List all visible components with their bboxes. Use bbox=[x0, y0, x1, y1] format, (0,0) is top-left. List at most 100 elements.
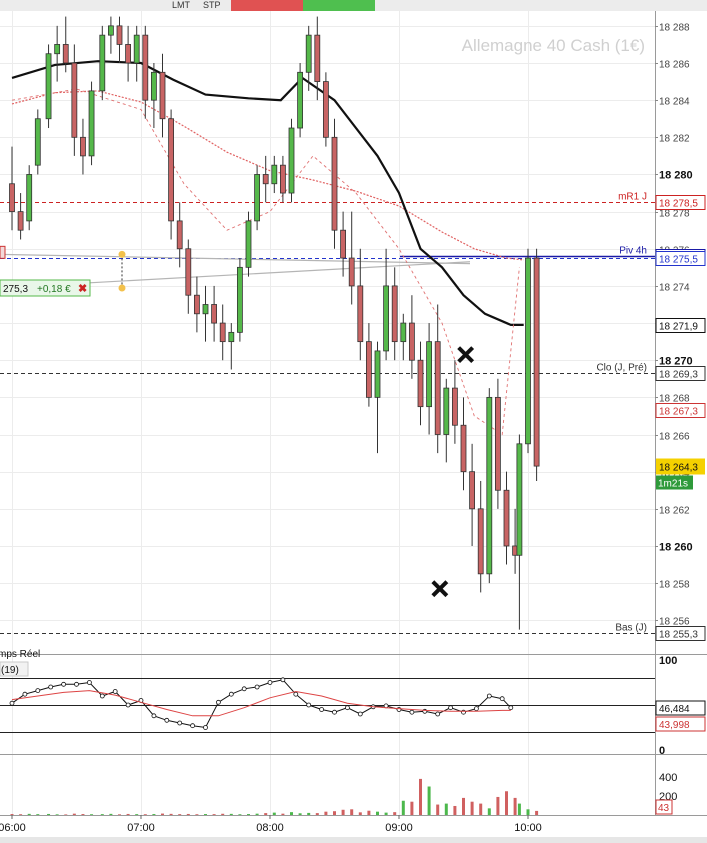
oscillator-tick-label: 0 bbox=[659, 745, 665, 757]
oscillator-point bbox=[87, 680, 92, 685]
oscillator-point bbox=[99, 693, 105, 699]
oscillator-point bbox=[254, 684, 260, 690]
volume-bar bbox=[462, 797, 465, 815]
oscillator-point bbox=[74, 681, 79, 687]
volume-bar bbox=[307, 812, 311, 815]
candle-body bbox=[150, 71, 157, 101]
oscillator-point bbox=[448, 705, 454, 711]
candle-body bbox=[434, 341, 441, 435]
indicator-label: (19) bbox=[1, 665, 19, 676]
oscillator-point bbox=[409, 709, 415, 715]
oscillator-point bbox=[319, 707, 325, 712]
price-tick-label: 18 274 bbox=[659, 283, 690, 294]
volume-bar bbox=[126, 813, 130, 815]
trading-chart[interactable]: 18 28818 28618 28418 28218 28018 27818 2… bbox=[0, 0, 707, 843]
candle-body bbox=[357, 285, 364, 343]
candle-body bbox=[80, 136, 86, 157]
volume-bar bbox=[350, 809, 354, 815]
volume-bar bbox=[410, 801, 414, 815]
volume-bar bbox=[64, 814, 68, 815]
candle-body bbox=[279, 164, 286, 194]
volume-bar bbox=[376, 811, 379, 815]
volume-bar bbox=[36, 814, 40, 815]
candle-body bbox=[99, 34, 106, 92]
volume-bar bbox=[72, 813, 76, 815]
level-price-label: 18 271,9 bbox=[659, 322, 698, 333]
volume-bar bbox=[27, 813, 31, 815]
volume-bar bbox=[324, 811, 328, 815]
candle-body bbox=[262, 174, 269, 185]
last-price-label: 18 264,3 bbox=[659, 463, 698, 474]
volume-bar bbox=[496, 796, 500, 815]
oscillator-point bbox=[241, 686, 247, 692]
volume-bar bbox=[487, 808, 491, 815]
oscillator-point bbox=[164, 717, 170, 723]
candle-body bbox=[211, 304, 218, 324]
candle-body bbox=[297, 71, 304, 129]
volume-bar bbox=[143, 814, 147, 815]
volume-bar bbox=[419, 778, 422, 815]
oscillator-point bbox=[151, 713, 157, 719]
close-position-icon[interactable]: ✖ bbox=[78, 283, 87, 295]
oscillator-point bbox=[486, 693, 492, 699]
candle-body bbox=[365, 341, 372, 398]
price-tick-label: 18 286 bbox=[659, 60, 690, 71]
oscillator-point bbox=[508, 705, 514, 711]
volume-bar bbox=[169, 813, 173, 815]
horizontal-scrollbar[interactable] bbox=[0, 837, 707, 843]
time-tick-label: 07:00 bbox=[127, 822, 155, 834]
candle-body bbox=[159, 71, 166, 120]
volume-bar bbox=[247, 814, 250, 815]
oscillator-line bbox=[11, 679, 512, 729]
oscillator-point bbox=[499, 696, 505, 702]
volume-bar bbox=[229, 813, 233, 815]
candle-body bbox=[108, 25, 114, 36]
oscillator-point bbox=[35, 688, 41, 693]
candle-body bbox=[133, 34, 140, 64]
volume-bar bbox=[513, 797, 517, 815]
oscillator-point bbox=[344, 705, 350, 711]
candle-body bbox=[228, 331, 235, 343]
candle-body bbox=[451, 387, 458, 426]
oscillator-point bbox=[9, 700, 15, 706]
candle-body bbox=[62, 44, 69, 64]
oscillator-point bbox=[190, 723, 196, 729]
volume-bar bbox=[100, 814, 104, 815]
time-tick-label: 06:00 bbox=[0, 822, 26, 834]
volume-bar bbox=[152, 814, 156, 815]
candle-body bbox=[331, 136, 338, 231]
level-price-label: 18 255,3 bbox=[659, 630, 698, 641]
candle-body bbox=[443, 387, 450, 435]
candle-body bbox=[477, 508, 484, 575]
volume-value-label: 43 bbox=[658, 803, 670, 814]
candle-body bbox=[408, 322, 415, 361]
oscillator-point bbox=[473, 706, 479, 711]
oscillator-tick-label: 100 bbox=[659, 655, 677, 667]
volume-bar bbox=[358, 812, 362, 815]
oscillator-point bbox=[215, 699, 221, 705]
order-tag-stub bbox=[0, 245, 6, 259]
oscillator-point bbox=[267, 680, 273, 685]
oscillator-point bbox=[228, 691, 234, 697]
volume-bar bbox=[367, 810, 371, 815]
level-price-label: 18 278,5 bbox=[659, 199, 698, 210]
oscillator-point bbox=[332, 709, 337, 715]
candle-body bbox=[17, 211, 24, 231]
candle-body bbox=[236, 266, 243, 333]
oscillator-point bbox=[125, 702, 131, 708]
candle-body bbox=[533, 257, 540, 467]
candle-body bbox=[340, 229, 347, 259]
oscillator-point bbox=[357, 711, 363, 717]
candle-body bbox=[116, 25, 123, 45]
candle-body bbox=[202, 304, 209, 315]
volume-bar bbox=[517, 803, 521, 815]
candle-body bbox=[426, 341, 433, 408]
price-tick-label: 18 284 bbox=[659, 97, 690, 108]
volume-bar bbox=[19, 814, 23, 815]
volume-bar bbox=[238, 814, 242, 815]
volume-bar bbox=[204, 814, 207, 815]
price-tick-label: 18 288 bbox=[659, 23, 690, 34]
volume-bar bbox=[298, 813, 302, 815]
candle-body bbox=[469, 471, 476, 510]
volume-bar bbox=[81, 814, 85, 815]
